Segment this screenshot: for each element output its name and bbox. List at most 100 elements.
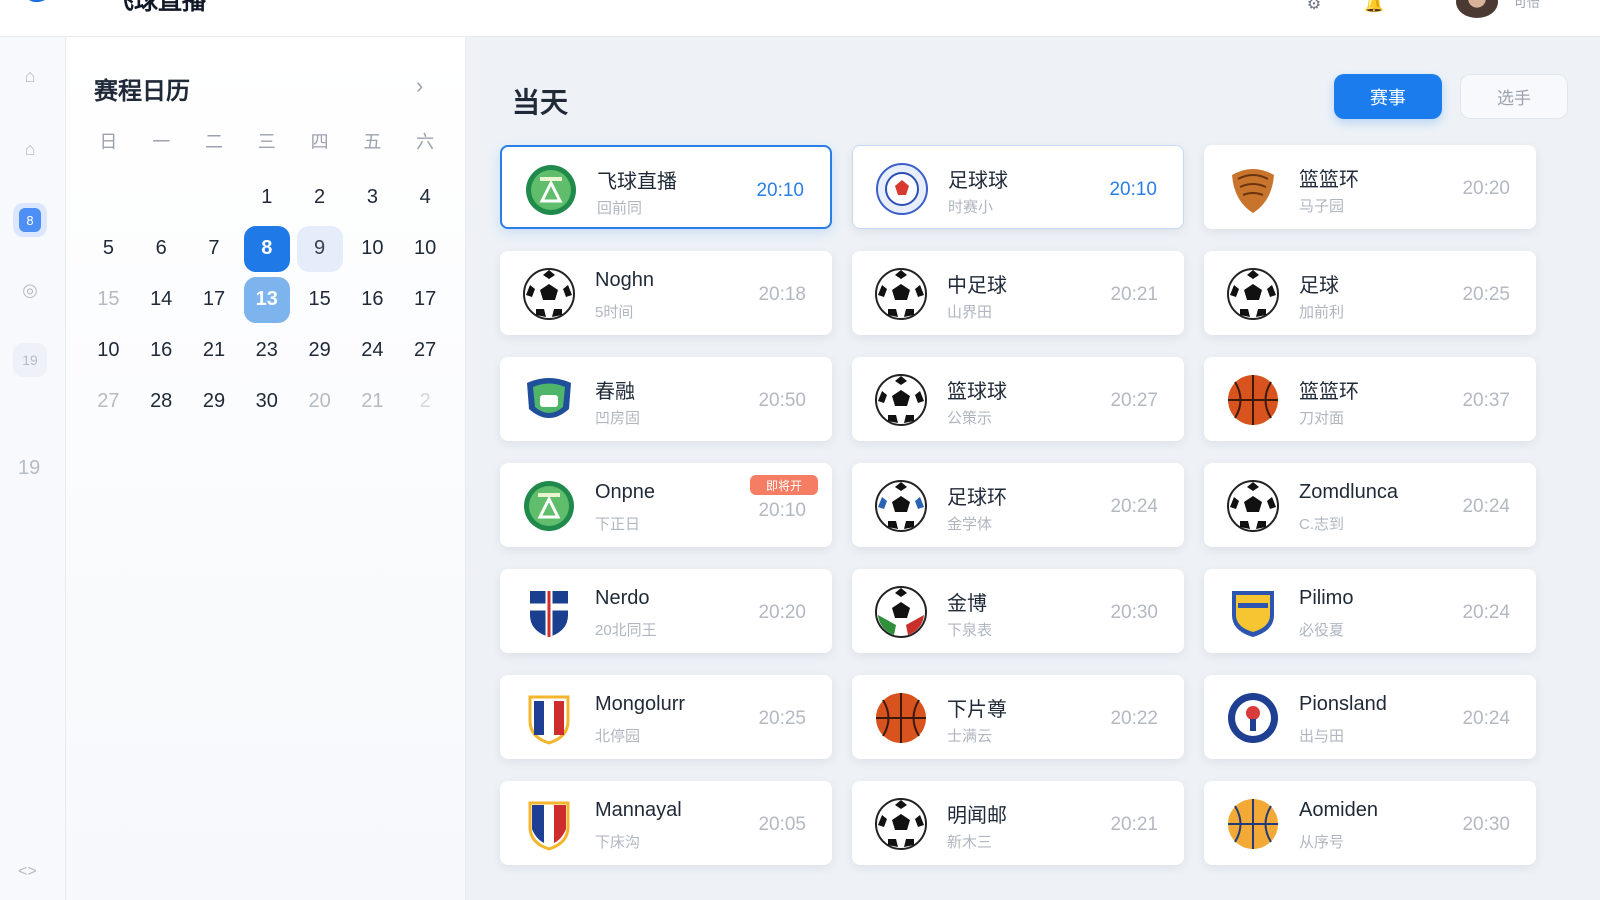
match-name: 篮球球	[947, 381, 1007, 403]
match-name: 下片尊	[947, 699, 1007, 721]
match-card[interactable]: 足球环 金学体 20:24	[852, 463, 1184, 547]
calendar-day[interactable]: 7	[188, 223, 241, 274]
players-button[interactable]: 选手	[1460, 74, 1568, 119]
calendar-day[interactable]: 15	[293, 274, 346, 325]
calendar-day[interactable]: 21	[346, 376, 399, 427]
match-time: 20:24	[1462, 708, 1510, 729]
settings-icon[interactable]: ⚙	[1300, 0, 1328, 16]
calendar-day-number: 8	[243, 225, 290, 272]
notification-icon[interactable]: 🔔	[1360, 0, 1388, 16]
match-time: 20:30	[1462, 814, 1510, 835]
team-logo-icon	[526, 165, 576, 215]
calendar-day[interactable]: 24	[346, 325, 399, 376]
calendar-day[interactable]: 15	[82, 274, 135, 325]
weekday-label: 五	[363, 132, 382, 152]
match-time: 20:21	[1110, 284, 1158, 305]
calendar-day[interactable]: 17	[399, 274, 452, 325]
weekday-label: 四	[310, 132, 329, 152]
calendar-day-number: 27	[414, 339, 437, 361]
events-button[interactable]: 赛事	[1334, 74, 1442, 119]
calendar-day[interactable]: 2	[399, 376, 452, 427]
calendar-day[interactable]: 30	[240, 376, 293, 427]
calendar-day[interactable]: 8	[240, 223, 293, 274]
match-subtitle: 20北同王	[595, 622, 657, 639]
match-card[interactable]: Aomiden 从序号 20:30	[1204, 781, 1536, 865]
match-subtitle: 从序号	[1299, 834, 1345, 851]
match-card[interactable]: Mannayal 下床沟 20:05	[500, 781, 832, 865]
match-card[interactable]: Onpne 下正日 即将开 20:10	[500, 463, 832, 547]
calendar-day[interactable]: 27	[82, 376, 135, 427]
match-card[interactable]: 篮球球 公策示 20:27	[852, 357, 1184, 441]
match-subtitle: 新木三	[947, 834, 993, 851]
calendar-day[interactable]: 10	[399, 223, 452, 274]
calendar-day[interactable]: 16	[346, 274, 399, 325]
calendar-day-number: 10	[97, 339, 120, 361]
match-name: 明闻邮	[947, 805, 1007, 827]
calendar-day[interactable]: 20	[293, 376, 346, 427]
calendar-empty	[82, 172, 135, 223]
calendar-day[interactable]: 10	[346, 223, 399, 274]
calendar-day[interactable]: 14	[135, 274, 188, 325]
match-subtitle: 5时间	[595, 304, 634, 321]
logo-mark-icon[interactable]	[18, 0, 58, 12]
match-card[interactable]: 足球 加前利 20:25	[1204, 251, 1536, 335]
match-card[interactable]: 篮篮环 马子园 20:20	[1204, 145, 1536, 229]
record-icon[interactable]: ◎	[13, 273, 47, 307]
calendar-day-number: 5	[102, 237, 114, 259]
calendar-day[interactable]: 16	[135, 325, 188, 376]
calendar-day[interactable]: 1	[240, 172, 293, 223]
chevron-right-icon[interactable]: ›	[416, 73, 423, 99]
stadium-icon[interactable]: ⌂	[13, 132, 47, 166]
avatar[interactable]	[1456, 0, 1498, 18]
match-time: 20:10	[1109, 179, 1157, 200]
calendar-day[interactable]: 2	[293, 172, 346, 223]
home-icon[interactable]: ⌂	[13, 59, 47, 93]
calendar-day[interactable]: 23	[240, 325, 293, 376]
match-name: 中足球	[947, 275, 1007, 297]
calendar-day-number: 13	[243, 276, 290, 323]
match-card[interactable]: 中足球 山界田 20:21	[852, 251, 1184, 335]
match-name: Mongolurr	[595, 693, 686, 715]
match-card[interactable]: 足球球 时赛小 20:10	[852, 145, 1184, 229]
match-subtitle: 时赛小	[948, 199, 994, 216]
match-card[interactable]: Nerdo 20北同王 20:20	[500, 569, 832, 653]
match-card[interactable]: 飞球直播 回前同 20:10	[500, 145, 832, 229]
team-logo-icon	[524, 481, 574, 531]
calendar-day[interactable]: 5	[82, 223, 135, 274]
match-card[interactable]: Pionsland 出与田 20:24	[1204, 675, 1536, 759]
match-card[interactable]: Zomdlunca C.志到 20:24	[1204, 463, 1536, 547]
calendar-day[interactable]: 27	[399, 325, 452, 376]
match-name: 春融	[595, 381, 635, 403]
match-name: 飞球直播	[597, 171, 677, 193]
match-card[interactable]: 篮篮环 刀对面 20:37	[1204, 357, 1536, 441]
calendar-day[interactable]: 9	[293, 223, 346, 274]
match-name: Mannayal	[595, 799, 682, 821]
match-subtitle: 士满云	[947, 728, 993, 745]
calendar-day[interactable]: 29	[188, 376, 241, 427]
calendar-day[interactable]: 6	[135, 223, 188, 274]
calendar-day[interactable]: 29	[293, 325, 346, 376]
match-card[interactable]: Pilimo 必役夏 20:24	[1204, 569, 1536, 653]
calendar-day[interactable]: 21	[188, 325, 241, 376]
user-name[interactable]: 可怡	[1514, 0, 1540, 11]
calendar-day[interactable]: 3	[346, 172, 399, 223]
calendar-day[interactable]: 28	[135, 376, 188, 427]
weekday-label: 六	[416, 132, 435, 152]
calendar-day[interactable]: 10	[82, 325, 135, 376]
calendar-day[interactable]: 17	[188, 274, 241, 325]
highlights-icon[interactable]: 19	[13, 343, 47, 377]
match-card[interactable]: Mongolurr 北停园 20:25	[500, 675, 832, 759]
match-card[interactable]: Noghn 5时间 20:18	[500, 251, 832, 335]
match-card[interactable]: 金博 下泉表 20:30	[852, 569, 1184, 653]
match-card[interactable]: 春融 凹房固 20:50	[500, 357, 832, 441]
calendar-icon[interactable]: 8	[13, 203, 47, 237]
calendar-day-number: 3	[366, 186, 378, 208]
match-card[interactable]: 下片尊 士满云 20:22	[852, 675, 1184, 759]
team-logo-icon	[875, 586, 927, 638]
match-card[interactable]: 明闻邮 新木三 20:21	[852, 781, 1184, 865]
calendar-day[interactable]: 4	[399, 172, 452, 223]
match-name: Zomdlunca	[1299, 481, 1398, 503]
calendar-day[interactable]: 13	[240, 274, 293, 325]
collapse-rail-icon[interactable]: <>	[18, 863, 37, 881]
weekday-label: 二	[204, 132, 223, 152]
